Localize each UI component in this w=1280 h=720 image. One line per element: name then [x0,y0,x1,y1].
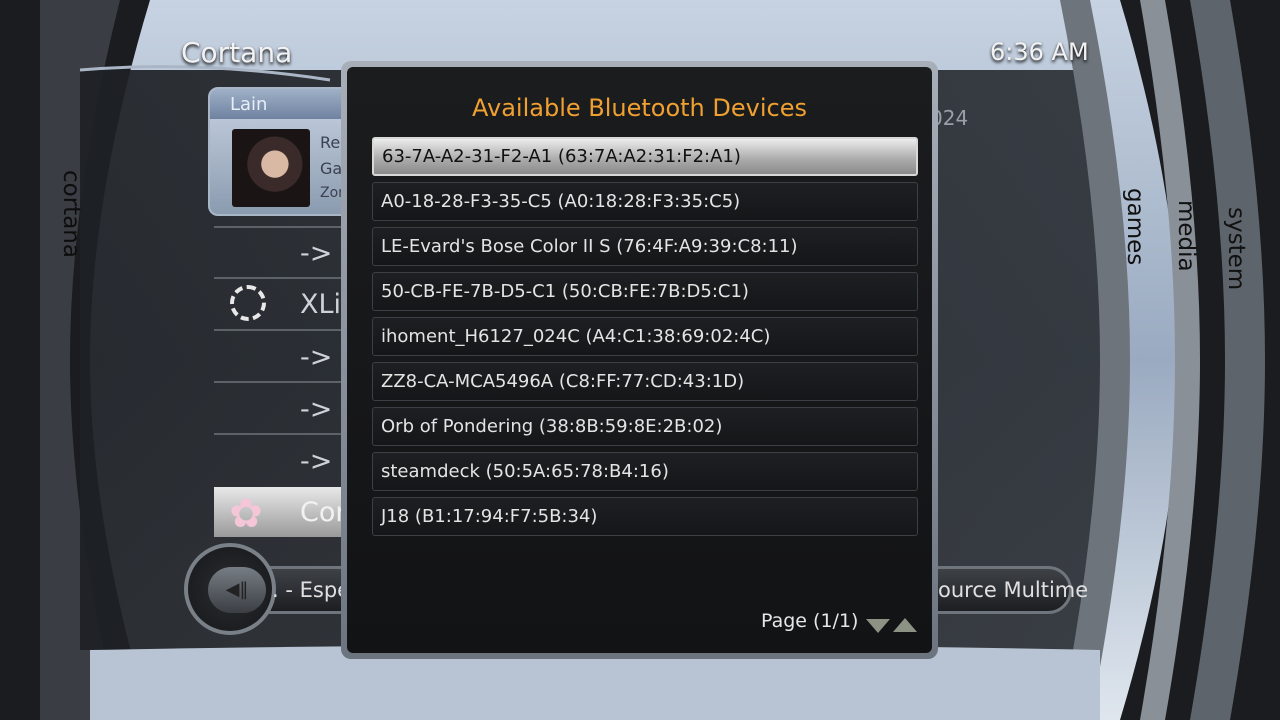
device-row[interactable]: A0-18-28-F3-35-C5 (A0:18:28:F3:35:C5) [372,182,918,221]
profile-card[interactable]: Lain Rep Gar Zon [208,87,362,216]
device-row[interactable]: 50-CB-FE-7B-D5-C1 (50:CB:FE:7B:D5:C1) [372,272,918,311]
row-divider [214,277,354,279]
now-playing-text: . - Espe [272,578,351,602]
tab-system[interactable]: system [1223,207,1249,290]
page-title: Cortana [181,36,293,69]
bluetooth-devices-dialog: Available Bluetooth Devices 63-7A-A2-31-… [341,61,938,659]
dialog-title: Available Bluetooth Devices [472,94,807,122]
page-up-icon[interactable] [893,618,917,632]
row-divider [214,433,354,435]
device-row[interactable]: Orb of Pondering (38:8B:59:8E:2B:02) [372,407,918,446]
tab-cortana[interactable]: cortana [58,170,84,258]
device-row[interactable]: LE-Evard's Bose Color II S (76:4F:A9:39:… [372,227,918,266]
row-divider [214,329,354,331]
avatar [232,129,310,207]
xlink-ring-icon [230,285,266,321]
tab-media[interactable]: media [1173,200,1199,272]
play-pause-button[interactable]: ◀‖ [208,567,266,613]
tab-games[interactable]: games [1122,188,1148,265]
device-row[interactable]: 63-7A-A2-31-F2-A1 (63:7A:A2:31:F2:A1) [372,137,918,176]
device-row[interactable]: steamdeck (50:5A:65:78:B4:16) [372,452,918,491]
device-row[interactable]: J18 (B1:17:94:F7:5B:34) [372,497,918,536]
now-playing-text-tail: ource Multime [938,578,1089,602]
row-divider [214,226,354,228]
cherry-blossom-icon: ✿ [229,491,263,537]
device-row[interactable]: ZZ8-CA-MCA5496A (C8:FF:77:CD:43:1D) [372,362,918,401]
row-divider [214,381,354,383]
gamertag: Lain [230,94,268,115]
clock: 6:36 AM [990,38,1089,66]
dialog-body: Available Bluetooth Devices 63-7A-A2-31-… [347,67,932,653]
page-down-icon[interactable] [866,619,890,633]
device-row[interactable]: ihoment_H6127_024C (A4:C1:38:69:02:4C) [372,317,918,356]
page-indicator: Page (1/1) [761,610,859,632]
